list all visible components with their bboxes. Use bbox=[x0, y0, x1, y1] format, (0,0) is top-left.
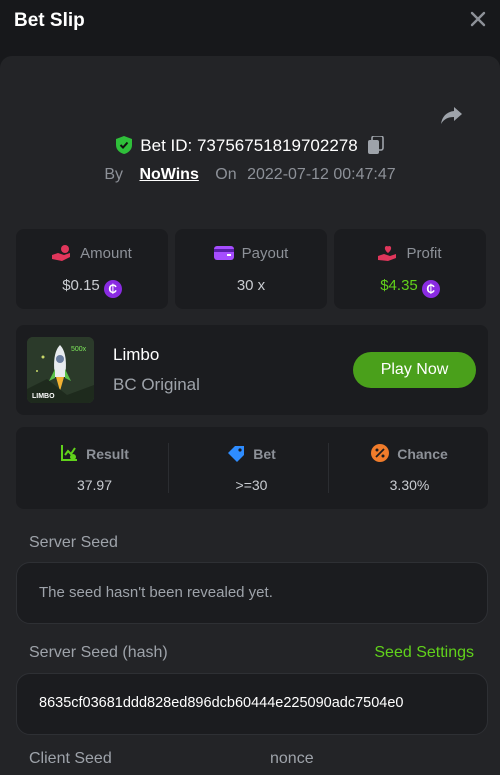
client-seed-label: Client Seed bbox=[29, 750, 112, 767]
shield-check-icon bbox=[116, 136, 133, 154]
nonce-label: nonce bbox=[270, 750, 314, 767]
profit-label: Profit bbox=[406, 245, 442, 262]
chance-column: Chance 3.30% bbox=[331, 427, 488, 509]
payout-card: Payout 30 x bbox=[175, 229, 327, 309]
username-link[interactable]: NoWins bbox=[139, 166, 198, 183]
amount-label: Amount bbox=[80, 245, 132, 262]
server-seed-value: The seed hasn't been revealed yet. bbox=[39, 584, 273, 601]
game-thumb-badge: 500x bbox=[71, 346, 87, 353]
by-label: By bbox=[104, 166, 123, 183]
divider bbox=[168, 443, 169, 493]
header: Bet Slip bbox=[0, 0, 500, 56]
chance-label: Chance bbox=[397, 446, 448, 462]
bet-label: Bet bbox=[253, 446, 276, 462]
copy-icon[interactable] bbox=[367, 135, 384, 154]
close-icon[interactable] bbox=[468, 10, 488, 30]
profit-value: $4.35 bbox=[380, 277, 418, 294]
server-seed-hash-value: 8635cf03681ddd828ed896dcb60444e225090adc… bbox=[39, 695, 404, 711]
game-thumb-label: LIMBO bbox=[32, 393, 55, 400]
wallet-icon bbox=[213, 246, 234, 260]
result-value: 37.97 bbox=[76, 477, 113, 493]
tag-icon bbox=[228, 446, 245, 462]
server-seed-hash-field[interactable]: 8635cf03681ddd828ed896dcb60444e225090adc… bbox=[16, 673, 488, 735]
hand-coin-icon bbox=[52, 245, 71, 261]
share-icon[interactable] bbox=[440, 104, 464, 126]
bet-byline: By NoWins On 2022-07-12 00:47:47 bbox=[0, 166, 500, 184]
bet-datetime: 2022-07-12 00:47:47 bbox=[247, 166, 396, 183]
server-seed-label: Server Seed bbox=[29, 534, 118, 551]
amount-card: Amount $0.15 ₵ bbox=[16, 229, 168, 309]
result-label: Result bbox=[86, 446, 129, 462]
play-now-button[interactable]: Play Now bbox=[353, 352, 476, 388]
bet-slip-panel bbox=[0, 56, 500, 775]
chart-check-icon bbox=[61, 445, 78, 461]
server-seed-hash-label: Server Seed (hash) bbox=[29, 644, 168, 661]
hand-heart-icon bbox=[378, 246, 397, 261]
coin-icon: ₵ bbox=[103, 280, 122, 298]
percent-icon bbox=[371, 444, 390, 462]
bet-value: >=30 bbox=[235, 477, 268, 493]
amount-value: $0.15 bbox=[62, 277, 100, 294]
bet-column: Bet >=30 bbox=[173, 427, 330, 509]
payout-label: Payout bbox=[241, 245, 289, 262]
seed-settings-link[interactable]: Seed Settings bbox=[374, 644, 474, 662]
game-name: Limbo bbox=[113, 345, 160, 364]
game-thumbnail[interactable]: 500x LIMBO bbox=[27, 337, 94, 403]
server-seed-field: The seed hasn't been revealed yet. bbox=[16, 562, 488, 624]
coin-icon: ₵ bbox=[421, 280, 440, 298]
payout-value: 30 x bbox=[236, 277, 266, 294]
game-card: 500x LIMBO Limbo BC Original Play Now bbox=[16, 325, 488, 415]
result-column: Result 37.97 bbox=[16, 427, 173, 509]
divider bbox=[328, 443, 329, 493]
game-subtitle: BC Original bbox=[113, 375, 200, 394]
bet-id: Bet ID: 73756751819702278 bbox=[140, 136, 358, 155]
result-card: Result 37.97 Bet >=30 Chance 3.30% bbox=[16, 427, 488, 509]
chance-value: 3.30% bbox=[389, 477, 430, 493]
bet-id-row: Bet ID: 73756751819702278 bbox=[0, 135, 500, 156]
profit-card: Profit $4.35 ₵ bbox=[334, 229, 486, 309]
page-title: Bet Slip bbox=[14, 10, 85, 31]
on-label: On bbox=[215, 166, 237, 183]
